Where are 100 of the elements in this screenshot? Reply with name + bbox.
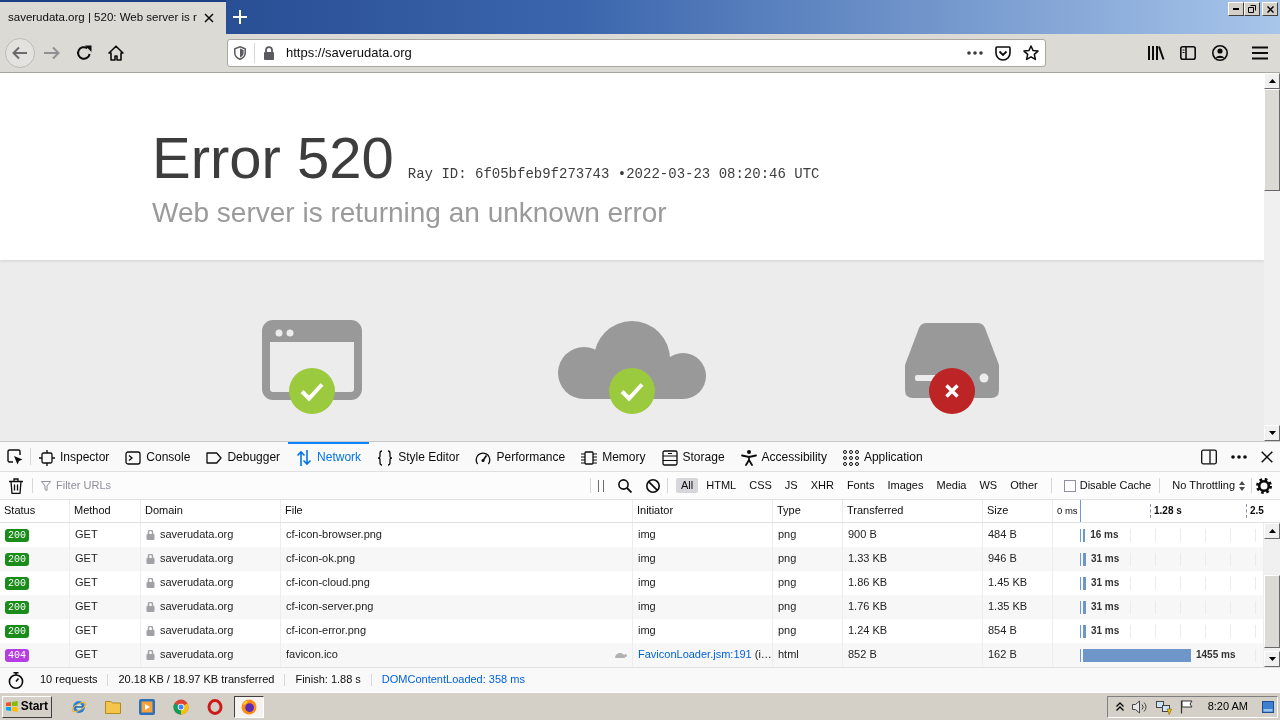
flag-icon[interactable] (1179, 699, 1194, 714)
timing-label: 16 ms (1090, 529, 1119, 541)
trash-icon[interactable] (9, 477, 23, 494)
account-icon[interactable] (1212, 45, 1228, 61)
column-header[interactable]: Domain (141, 500, 281, 522)
devtools-tab[interactable]: Console (117, 442, 199, 471)
status-badge: 200 (5, 576, 29, 590)
checkbox[interactable] (1063, 479, 1076, 492)
scrollbar-thumb[interactable] (1264, 575, 1280, 648)
lock-icon[interactable] (263, 46, 275, 60)
braces-icon (377, 449, 394, 466)
devtools-tab[interactable]: Storage (653, 442, 733, 471)
speaker-icon[interactable] (1131, 699, 1148, 714)
updown-caret-icon (1239, 480, 1246, 491)
initiator-link[interactable]: FaviconLoader.jsm:191 (638, 648, 752, 662)
devtools-tab[interactable]: Application (834, 442, 931, 471)
file-name: favicon.ico (286, 648, 338, 662)
table-cell: GET (70, 595, 141, 619)
devtools-tab[interactable]: Debugger (198, 442, 289, 471)
stopwatch-icon (8, 671, 24, 689)
element-picker-icon[interactable] (7, 448, 23, 465)
url-text[interactable]: https://saverudata.org (286, 45, 412, 61)
sidebar-icon[interactable] (1180, 46, 1196, 60)
tag-icon (206, 449, 223, 466)
shield-icon[interactable] (234, 46, 246, 60)
status-badge: 200 (5, 528, 29, 542)
devtools-tab[interactable]: Performance (467, 442, 574, 471)
filter-button[interactable]: Other (1005, 477, 1043, 494)
table-cell: 1.35 KB (983, 595, 1053, 619)
column-header[interactable]: Transferred (843, 500, 983, 522)
filter-button[interactable]: Media (931, 477, 972, 494)
chevron-up-icon[interactable] (1115, 702, 1124, 711)
show-desktop-icon[interactable] (1262, 700, 1274, 713)
filter-button[interactable]: HTML (701, 477, 742, 494)
plus-icon[interactable] (233, 10, 247, 24)
column-header[interactable]: Status (0, 500, 70, 522)
pause-icon[interactable] (598, 479, 604, 492)
throttling-select[interactable]: No Throttling (1160, 478, 1252, 493)
filter-field[interactable]: Filter URLs (54, 478, 590, 493)
minimize-button[interactable] (1228, 2, 1244, 16)
folder-icon (105, 698, 121, 715)
close-window-button[interactable] (1262, 2, 1278, 16)
back-icon[interactable] (5, 38, 35, 68)
up-arrow-icon (1268, 529, 1276, 533)
filter-button[interactable]: CSS (744, 477, 777, 494)
devtools-tab[interactable]: Inspector (31, 442, 118, 471)
more-dots-icon[interactable] (1231, 454, 1247, 459)
column-header[interactable]: Method (70, 500, 141, 522)
initiator-text: img (638, 624, 656, 638)
filter-button[interactable]: JS (779, 477, 803, 494)
devtools-tab[interactable]: Accessibility (732, 442, 835, 471)
more-dots-icon[interactable] (967, 51, 983, 55)
filter-button[interactable]: XHR (805, 477, 839, 494)
column-header[interactable]: Size (983, 500, 1053, 522)
down-arrow-icon (1268, 431, 1276, 435)
restore-button[interactable] (1244, 2, 1260, 16)
timing-label: 31 ms (1090, 553, 1120, 565)
taskbar-button[interactable] (234, 695, 264, 718)
menu-icon[interactable] (1252, 46, 1268, 60)
checkbox-label[interactable]: Disable Cache (1079, 478, 1152, 493)
library-icon[interactable] (1147, 45, 1165, 61)
browser-tab[interactable]: saverudata.org | 520: Web server is r (0, 0, 226, 34)
filter-button[interactable]: WS (974, 477, 1003, 494)
scroll-down-button[interactable] (1264, 425, 1280, 441)
clock-time[interactable]: 8:20 AM (1207, 699, 1248, 714)
circle-logo-icon (241, 698, 257, 715)
start-button[interactable]: Start (2, 695, 52, 718)
devtools-tab[interactable]: Style Editor (369, 442, 468, 471)
filter-button[interactable]: Images (882, 477, 929, 494)
scroll-down-button[interactable] (1264, 651, 1280, 667)
close-icon[interactable] (1261, 450, 1273, 463)
close-icon[interactable] (203, 13, 214, 23)
filter-button[interactable]: All (676, 477, 699, 494)
home-icon[interactable] (108, 45, 124, 61)
reload-icon[interactable] (76, 45, 92, 61)
network-icon[interactable] (1155, 698, 1172, 715)
star-icon[interactable] (1023, 45, 1039, 61)
play-icon (139, 698, 155, 715)
search-icon[interactable] (618, 478, 632, 493)
dock-side-icon[interactable] (1201, 448, 1217, 465)
scroll-up-button[interactable] (1264, 523, 1280, 539)
filter-button[interactable]: Fonts (841, 477, 880, 494)
scroll-up-button[interactable] (1264, 73, 1280, 89)
gauge-icon (475, 449, 492, 466)
error-heading: Error 520 (152, 129, 394, 187)
scrollbar-thumb[interactable] (1264, 89, 1280, 191)
column-header[interactable]: File (281, 500, 633, 522)
summary-text: Finish: 1.88 s (294, 673, 362, 687)
domain-text: saverudata.org (160, 600, 234, 614)
column-header[interactable]: Type (773, 500, 843, 522)
block-icon[interactable] (646, 478, 660, 493)
status-badge: 200 (5, 624, 29, 638)
column-header[interactable]: Initiator (633, 500, 773, 522)
gear-icon[interactable] (1256, 477, 1272, 494)
person-icon (740, 449, 757, 466)
pocket-icon[interactable] (995, 45, 1011, 61)
devtools-tab[interactable]: Memory (573, 442, 654, 471)
inspector-box-icon (39, 449, 55, 466)
timeline-tick: 1.28 s (1150, 504, 1246, 518)
domain-text: saverudata.org (160, 648, 234, 662)
